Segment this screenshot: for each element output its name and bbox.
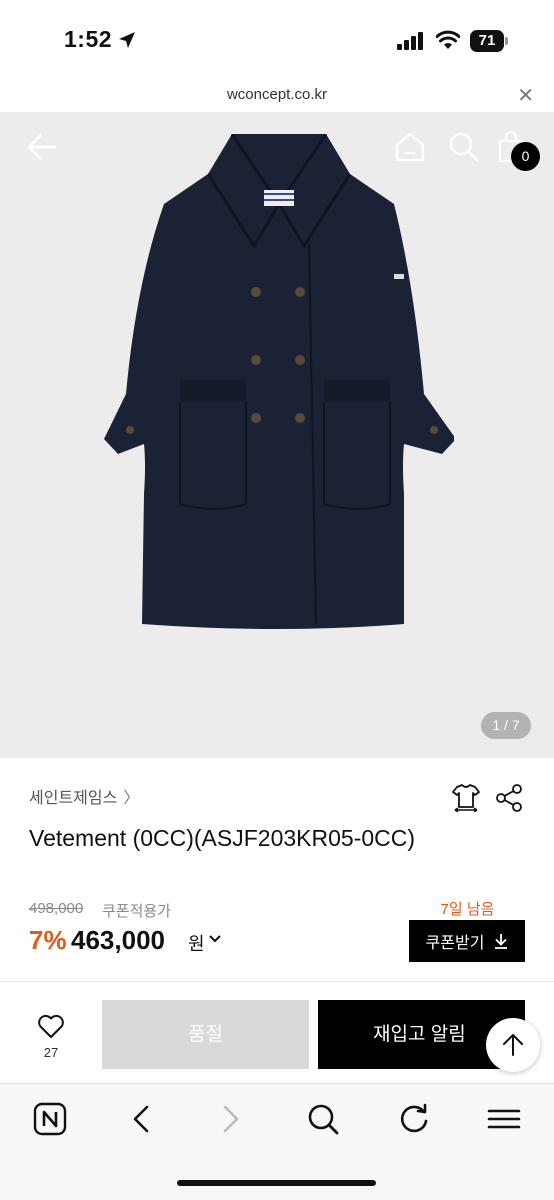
coupon-price-label: 쿠폰적용가 xyxy=(102,903,172,920)
close-icon[interactable]: ✕ xyxy=(517,83,534,108)
chevron-down-icon[interactable] xyxy=(208,934,222,944)
chevron-right-icon: 〉 xyxy=(123,790,140,807)
back-arrow-icon[interactable] xyxy=(26,132,58,162)
original-price: 498,000 xyxy=(29,900,84,917)
battery-icon: 71 xyxy=(470,30,508,52)
signal-icon xyxy=(397,32,423,50)
like-count: 27 xyxy=(43,1045,59,1060)
home-indicator xyxy=(177,1180,376,1186)
hanger-icon[interactable] xyxy=(451,782,481,812)
coat-image xyxy=(104,134,454,629)
coupon-button-label: 쿠폰받기 xyxy=(425,935,485,952)
search-icon[interactable] xyxy=(448,131,480,163)
share-icon[interactable] xyxy=(494,783,524,813)
product-name: Vetement (0CC)(ASJF203KR05-0CC) xyxy=(29,825,416,851)
location-arrow-icon xyxy=(119,32,135,48)
soldout-button: 품절 xyxy=(102,1000,309,1069)
discount-rate: 7% xyxy=(29,925,67,955)
product-image[interactable]: 0 1 / 7 xyxy=(0,112,554,758)
naver-icon[interactable] xyxy=(33,1102,67,1136)
heart-icon[interactable] xyxy=(37,1013,65,1039)
search-icon[interactable] xyxy=(306,1102,340,1136)
url-bar[interactable]: wconcept.co.kr ✕ xyxy=(0,78,554,112)
menu-icon[interactable] xyxy=(487,1102,521,1136)
download-icon xyxy=(495,934,508,949)
brand-link[interactable]: 세인트제임스 〉 xyxy=(29,784,139,808)
arrow-up-icon xyxy=(503,1034,523,1056)
battery-level: 71 xyxy=(470,30,504,52)
divider xyxy=(0,981,554,982)
coupon-download-button[interactable]: 쿠폰받기 xyxy=(409,920,525,962)
brand-name[interactable]: 세인트제임스 xyxy=(29,790,117,807)
status-bar: 1:52 71 xyxy=(0,0,554,78)
home-icon[interactable] xyxy=(394,131,426,163)
forward-icon[interactable] xyxy=(220,1102,242,1136)
coupon-days-left: 7일 남음 xyxy=(440,901,495,918)
scroll-to-top-button[interactable] xyxy=(486,1018,540,1072)
cart-count-badge[interactable]: 0 xyxy=(511,142,540,171)
currency-label[interactable]: 원 xyxy=(188,930,205,956)
status-time: 1:52 xyxy=(64,26,113,52)
refresh-icon[interactable] xyxy=(397,1102,431,1136)
back-icon[interactable] xyxy=(130,1102,152,1136)
url-text[interactable]: wconcept.co.kr xyxy=(0,86,554,103)
image-page-counter: 1 / 7 xyxy=(481,712,531,739)
sale-price[interactable]: 463,000 xyxy=(71,925,165,956)
wifi-icon xyxy=(436,30,460,49)
